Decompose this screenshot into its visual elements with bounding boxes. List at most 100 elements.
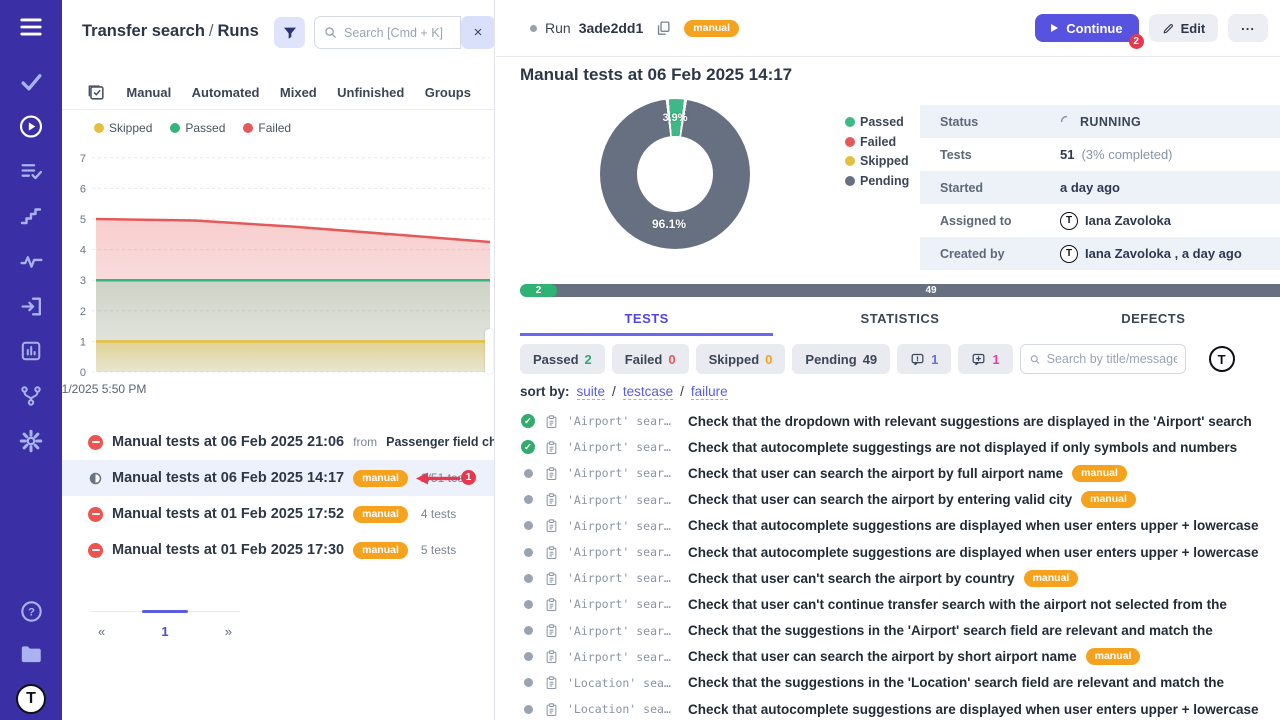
- run-row[interactable]: Manual tests at 01 Feb 2025 17:52 manual…: [62, 496, 495, 532]
- tab-tests[interactable]: TESTS: [520, 303, 773, 336]
- page-prev[interactable]: «: [98, 624, 105, 639]
- annotation-badge-1: 1: [461, 470, 476, 485]
- test-row[interactable]: 'Airport' sear… Check that user can sear…: [520, 644, 1280, 670]
- test-title: Check that the suggestions in the 'Locat…: [688, 675, 1224, 690]
- test-search-input[interactable]: [1047, 352, 1177, 366]
- play-icon: [1051, 24, 1058, 32]
- failed-dot: [243, 123, 253, 133]
- filter-failed[interactable]: Failed0: [612, 344, 689, 374]
- test-status-icon: [520, 465, 536, 481]
- legend-passed[interactable]: Passed: [845, 115, 909, 129]
- tab-defects[interactable]: DEFECTS: [1027, 303, 1280, 336]
- menu-icon[interactable]: [18, 14, 44, 40]
- breadcrumb-current[interactable]: Runs: [218, 22, 259, 40]
- run-title: Manual tests at 01 Feb 2025 17:30: [112, 542, 344, 558]
- test-status-icon: [520, 413, 536, 429]
- test-row[interactable]: 'Location' sea… Check that autocomplete …: [520, 696, 1280, 720]
- tab-manual[interactable]: Manual: [126, 85, 171, 100]
- skipped-dot: [94, 123, 104, 133]
- test-status-icon: [520, 649, 536, 665]
- chart-legend: Skipped Passed Failed: [94, 121, 291, 135]
- test-title: Check that the dropdown with relevant su…: [688, 414, 1252, 429]
- test-row[interactable]: 'Airport' sear… Check that user can sear…: [520, 487, 1280, 513]
- test-suite: 'Airport' sear…: [567, 519, 679, 533]
- test-row[interactable]: 'Airport' sear… Check that user can't co…: [520, 591, 1280, 617]
- runs-panel: Transfer search/Runs × Manual Automated …: [62, 0, 495, 720]
- run-meta: 5 tests: [421, 543, 456, 557]
- testcase-icon: [545, 466, 558, 481]
- filter-button[interactable]: [274, 17, 305, 48]
- tab-automated[interactable]: Automated: [192, 85, 260, 100]
- settings-gear-icon[interactable]: [18, 428, 44, 454]
- legend-skipped[interactable]: Skipped: [845, 154, 909, 168]
- filter-passed[interactable]: Passed2: [520, 344, 605, 374]
- runs-play-icon[interactable]: [18, 113, 44, 139]
- steps-icon[interactable]: [18, 203, 44, 229]
- test-title: Check that autocomplete suggestions are …: [688, 545, 1259, 560]
- edit-button[interactable]: Edit: [1149, 14, 1219, 42]
- status-dot: [530, 25, 537, 32]
- scrollbar-thumb[interactable]: [485, 329, 493, 374]
- test-row[interactable]: 'Airport' sear… Check that the dropdown …: [520, 408, 1280, 434]
- test-row[interactable]: 'Airport' sear… Check that autocomplete …: [520, 434, 1280, 460]
- projects-folder-icon[interactable]: [18, 641, 44, 667]
- tab-groups[interactable]: Groups: [425, 85, 471, 100]
- run-row-selected[interactable]: Manual tests at 06 Feb 2025 14:17 manual…: [62, 460, 495, 496]
- test-row[interactable]: 'Location' sea… Check that the suggestio…: [520, 670, 1280, 696]
- test-row[interactable]: 'Airport' sear… Check that user can sear…: [520, 460, 1280, 486]
- manual-badge: manual: [684, 20, 739, 37]
- test-title: Check that autocomplete suggestions are …: [688, 702, 1259, 717]
- continue-button[interactable]: Continue 2: [1035, 14, 1138, 42]
- list-check-icon[interactable]: [18, 158, 44, 184]
- branch-icon[interactable]: [18, 383, 44, 409]
- filter-comments-new[interactable]: 1: [958, 344, 1012, 374]
- tab-statistics[interactable]: STATISTICS: [773, 303, 1026, 336]
- filter-comments[interactable]: 1: [897, 344, 951, 374]
- test-row[interactable]: 'Airport' sear… Check that autocomplete …: [520, 513, 1280, 539]
- check-icon[interactable]: [18, 68, 44, 94]
- test-suite: 'Airport' sear…: [567, 414, 679, 428]
- legend-skipped[interactable]: Skipped: [94, 121, 152, 135]
- filter-skipped[interactable]: Skipped0: [696, 344, 786, 374]
- progress-pending-count: 49: [520, 284, 1280, 297]
- legend-passed[interactable]: Passed: [170, 121, 225, 135]
- run-row[interactable]: Manual tests at 01 Feb 2025 17:30 manual…: [62, 532, 495, 568]
- tab-unfinished[interactable]: Unfinished: [337, 85, 404, 100]
- legend-pending[interactable]: Pending: [845, 174, 909, 188]
- test-list: 'Airport' sear… Check that the dropdown …: [520, 408, 1280, 720]
- select-all-icon[interactable]: [86, 83, 106, 103]
- test-row[interactable]: 'Airport' sear… Check that the suggestio…: [520, 618, 1280, 644]
- copy-icon[interactable]: [655, 20, 672, 37]
- run-detail-title: Manual tests at 06 Feb 2025 14:17: [520, 65, 792, 85]
- test-row[interactable]: 'Airport' sear… Check that autocomplete …: [520, 539, 1280, 565]
- test-title: Check that autocomplete suggestions are …: [688, 518, 1259, 533]
- import-icon[interactable]: [18, 293, 44, 319]
- sort-by-suite[interactable]: suite: [577, 384, 606, 400]
- runs-search-input[interactable]: [344, 26, 449, 40]
- help-icon[interactable]: ?: [18, 598, 44, 624]
- testcase-icon: [545, 440, 558, 455]
- bar-chart-icon[interactable]: [18, 338, 44, 364]
- run-row[interactable]: Manual tests at 06 Feb 2025 21:06 from P…: [62, 424, 495, 460]
- close-search-button[interactable]: ×: [461, 16, 495, 49]
- test-row[interactable]: 'Airport' sear… Check that user can't se…: [520, 565, 1280, 591]
- filter-pending[interactable]: Pending49: [792, 344, 890, 374]
- pulse-icon[interactable]: [18, 248, 44, 274]
- legend-failed[interactable]: Failed: [845, 135, 909, 149]
- run-failed-icon: [88, 435, 103, 450]
- page-next[interactable]: »: [225, 624, 232, 639]
- pending-dot: [845, 176, 855, 186]
- test-status-icon: [520, 596, 536, 612]
- comment-icon: [910, 352, 925, 367]
- workspace-logo[interactable]: T: [16, 684, 46, 714]
- page-1[interactable]: 1: [161, 624, 168, 639]
- sort-by-testcase[interactable]: testcase: [623, 384, 673, 400]
- manual-badge: manual: [1081, 491, 1136, 508]
- legend-failed[interactable]: Failed: [243, 121, 291, 135]
- more-button[interactable]: ...: [1228, 14, 1268, 42]
- tab-mixed[interactable]: Mixed: [280, 85, 317, 100]
- user-avatar[interactable]: T: [1209, 346, 1235, 372]
- breadcrumb-parent[interactable]: Transfer search: [82, 22, 205, 40]
- donut-passed-label: 3.9%: [650, 112, 700, 124]
- sort-by-failure[interactable]: failure: [691, 384, 728, 400]
